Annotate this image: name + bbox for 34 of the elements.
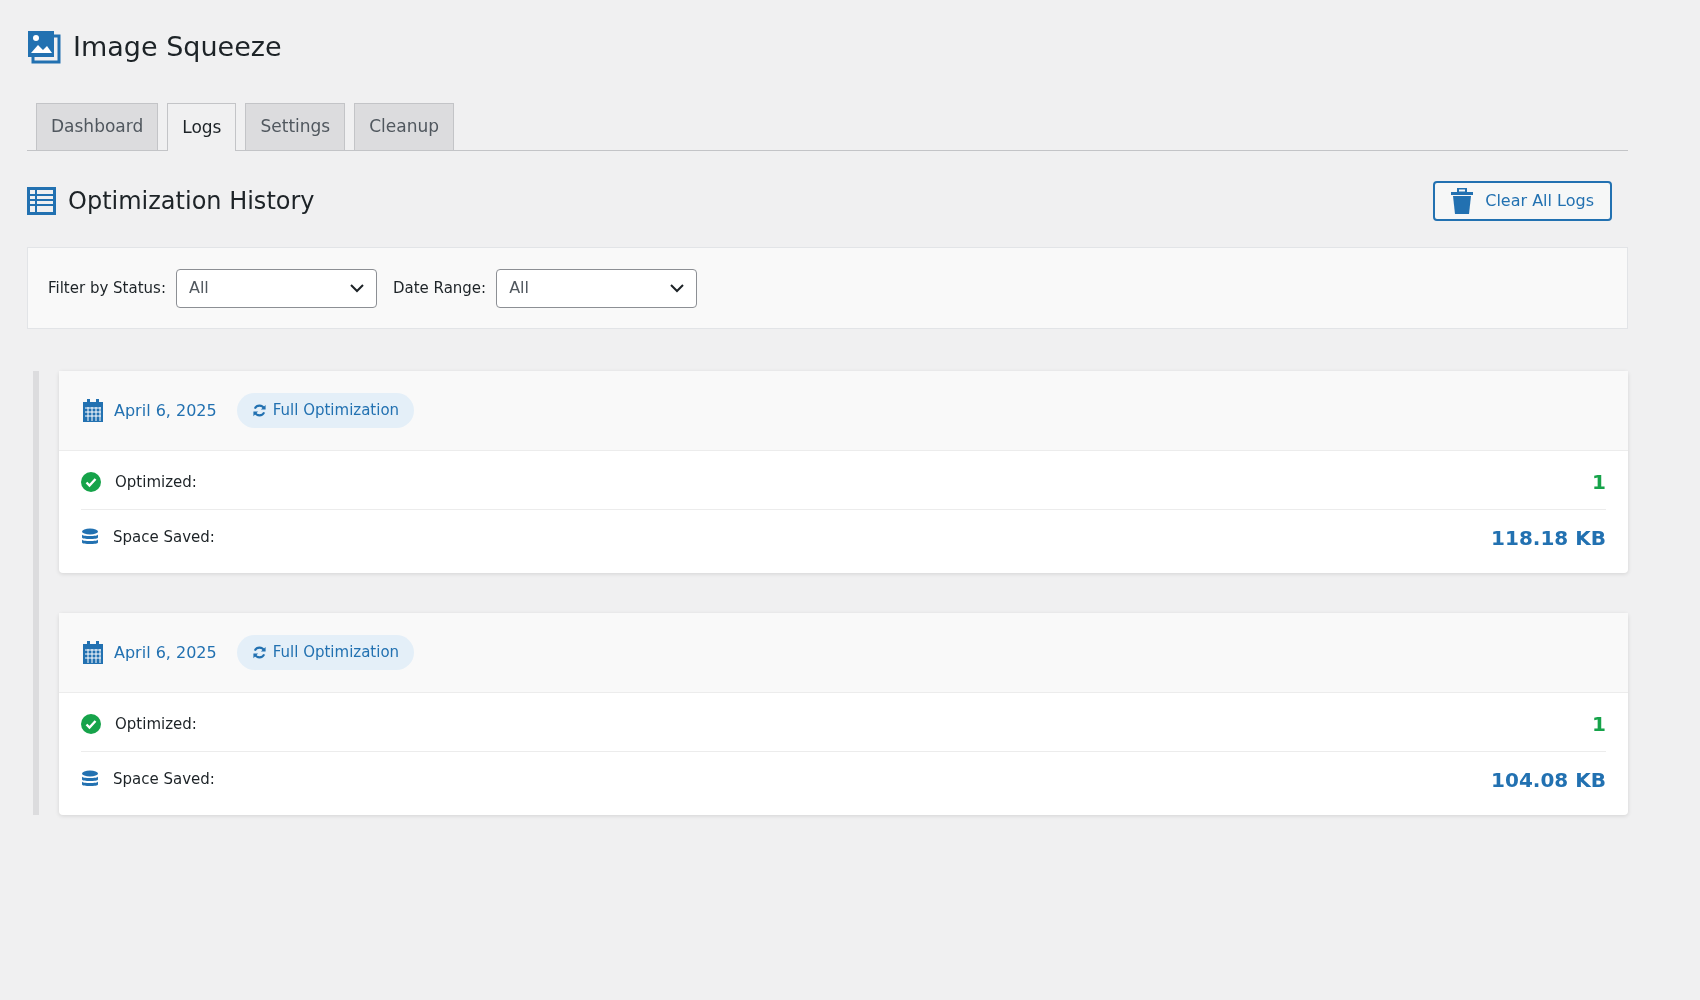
stat-label: Optimized: [115,471,197,493]
filter-label: Filter by Status: [48,277,166,299]
refresh-icon [251,403,267,418]
stat-value: 104.08 KB [1491,766,1606,794]
dropdown-field[interactable]: All [175,268,377,308]
filter-label: Date Range: [392,277,487,299]
calendar-icon [82,398,104,423]
tab[interactable]: Settings [245,103,346,150]
tab[interactable]: Logs [167,103,237,151]
stat-value: 1 [1592,469,1606,496]
stat-label: Space Saved: [113,527,215,549]
app-title: Image Squeeze [73,29,282,64]
log-type-badge: Full Optimization [236,393,415,428]
stat-label: Space Saved: [113,769,215,791]
refresh-icon [251,645,267,660]
chevron-down-icon [349,283,364,293]
tab[interactable]: Cleanup [354,103,454,150]
check-circle-icon [81,714,101,734]
dropdown-field[interactable]: All [496,268,698,308]
trash-icon [1451,188,1474,214]
section-title: Optimization History [68,186,315,217]
chevron-down-icon [670,283,685,293]
stat-value: 1 [1592,711,1606,738]
clear-all-logs-button[interactable]: Clear All Logs [1433,181,1612,221]
stat-value: 118.18 KB [1491,524,1606,552]
list-icon [27,187,56,215]
log-type-badge: Full Optimization [236,635,415,670]
tab[interactable]: Dashboard [36,103,159,150]
calendar-icon [82,640,104,665]
log-date: April 6, 2025 [114,641,217,664]
log-date: April 6, 2025 [114,399,217,422]
image-stack-icon [27,30,61,64]
check-circle-icon [81,472,101,492]
stat-label: Optimized: [115,713,197,735]
